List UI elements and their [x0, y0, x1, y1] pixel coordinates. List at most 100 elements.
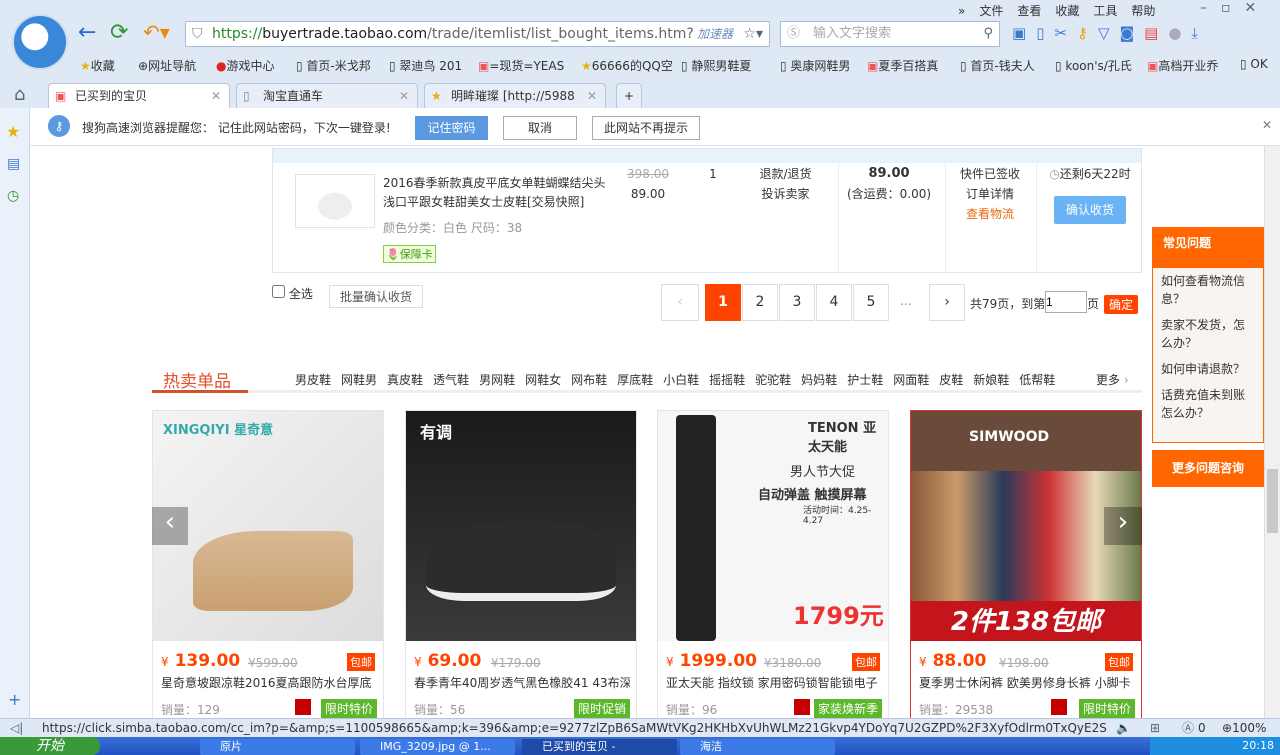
hot-category[interactable]: 网鞋男 [341, 373, 377, 387]
collapse-icon[interactable]: ◁| [10, 719, 23, 738]
shield-guard-icon[interactable]: ▽ [1098, 24, 1120, 42]
download-icon[interactable]: ⤓ [1191, 24, 1208, 42]
taskbar-item[interactable]: 原片 [200, 739, 355, 755]
back-icon[interactable]: ← [78, 20, 96, 45]
more-categories-link[interactable]: 更多 › [1096, 371, 1129, 388]
refresh-icon[interactable]: ⟳ [110, 20, 128, 45]
tab-close-icon[interactable]: ✕ [587, 84, 597, 108]
product-card[interactable]: SIMWOOD 2件138包邮 ¥ 88.00 ¥198.00 包邮 夏季男士休… [910, 410, 1142, 720]
product-title[interactable]: 夏季男士休闲裤 欧美男修身长裤 小脚卡 [919, 674, 1135, 691]
address-bar[interactable]: ⛉ https://buyertrade.taobao.com/trade/it… [185, 21, 770, 47]
faq-item[interactable]: 如何申请退款？ [1153, 356, 1263, 382]
bookmark[interactable]: ▣高档开业乔 [1147, 57, 1218, 74]
accelerator-label[interactable]: 加速器 [693, 22, 737, 46]
tab-ztc[interactable]: ▯淘宝直通车✕ [236, 83, 418, 108]
hot-category[interactable]: 男网鞋 [479, 373, 515, 387]
remember-password-button[interactable]: 记住密码 [415, 116, 488, 140]
bookmark[interactable]: ★收藏 [80, 57, 115, 74]
carousel-next-button[interactable]: › [1104, 507, 1142, 545]
hot-category[interactable]: 厚底鞋 [617, 373, 653, 387]
bookmark[interactable]: ▯ 静熙男鞋夏 [681, 57, 751, 74]
bookmark[interactable]: ▯ 首页-钱夫人 [960, 57, 1035, 74]
tab-close-icon[interactable]: ✕ [211, 84, 221, 108]
faq-item[interactable]: 卖家不发货，怎么办？ [1153, 312, 1263, 356]
order-detail-link[interactable]: 订单详情 [946, 184, 1034, 204]
menu-more[interactable]: » [958, 4, 965, 18]
hot-category[interactable]: 摇摇鞋 [709, 373, 745, 387]
minimize-icon[interactable]: – [1200, 0, 1221, 16]
toolbox-icon[interactable]: ⊞ [1150, 719, 1160, 738]
faq-item[interactable]: 如何查看物流信息？ [1153, 268, 1263, 312]
faq-item[interactable]: 话费充值未到账怎么办？ [1153, 382, 1263, 426]
hot-category[interactable]: 真皮鞋 [387, 373, 423, 387]
cancel-button[interactable]: 取消 [503, 116, 577, 140]
search-input[interactable]: Ⓢ输入文字搜索⚲ [780, 21, 1000, 47]
menu-tools[interactable]: 工具 [1093, 4, 1117, 18]
goto-page-input[interactable] [1045, 291, 1087, 313]
hot-category[interactable]: 网鞋女 [525, 373, 561, 387]
restore-icon[interactable]: ▫ [1221, 0, 1245, 16]
guarantee-badge[interactable]: 🌷保障卡 [383, 245, 436, 263]
more-questions-button[interactable]: 更多问题咨询 [1152, 450, 1264, 487]
close-icon[interactable]: ✕ [1245, 0, 1271, 16]
scissors-icon[interactable]: ✂ [1054, 24, 1077, 42]
select-all[interactable]: 全选 [272, 285, 313, 302]
hot-category[interactable]: 皮鞋 [939, 373, 963, 387]
notice-close-icon[interactable]: ✕ [1262, 118, 1272, 132]
reader-icon[interactable]: ▤ [7, 156, 20, 172]
taskbar-item[interactable]: 已买到的宝贝 - [522, 739, 677, 755]
bookmark[interactable]: ★66666的QQ空 [581, 57, 673, 74]
reader-icon[interactable]: ▣ [1012, 24, 1036, 42]
home-icon[interactable]: ⌂ [14, 84, 25, 105]
tab-bought-items[interactable]: ▣已买到的宝贝✕ [48, 83, 230, 108]
bookmark[interactable]: ▣=现货=YEAS [478, 57, 564, 74]
adblock-icon[interactable]: Ⓐ [1182, 719, 1194, 738]
menu-help[interactable]: 帮助 [1131, 4, 1155, 18]
page-1[interactable]: 1 [705, 284, 741, 321]
page-5[interactable]: 5 [853, 284, 889, 321]
menu-file[interactable]: 文件 [979, 4, 1003, 18]
html5-icon[interactable]: ▤ [1144, 24, 1168, 42]
key-icon[interactable]: ⚷ [1077, 24, 1098, 42]
taskbar-item[interactable]: 海洁 [680, 739, 835, 755]
product-title[interactable]: 春季青年40周岁透气黑色橡胶41 43布深 [414, 674, 630, 691]
zoom-control[interactable]: ⊕100% [1222, 719, 1266, 738]
confirm-receipt-button[interactable]: 确认收货 [1054, 196, 1126, 224]
history-icon[interactable]: ◷ [7, 188, 19, 204]
refund-link[interactable]: 退款/退货 [743, 164, 828, 184]
goto-page-button[interactable]: 确定 [1104, 295, 1138, 314]
hot-category[interactable]: 低帮鞋 [1019, 373, 1055, 387]
never-remind-button[interactable]: 此网站不再提示 [592, 116, 700, 140]
bookmark[interactable]: ▯ OK [1240, 57, 1268, 71]
tab-qzone[interactable]: ★明眸璀璨 [http://5988✕ [424, 83, 606, 108]
menu-favorites[interactable]: 收藏 [1055, 4, 1079, 18]
bookmark[interactable]: ▯ koon's/孔氏 [1055, 57, 1132, 74]
hot-category[interactable]: 网面鞋 [893, 373, 929, 387]
product-card[interactable]: 有调 ¥ 69.00 ¥179.00 春季青年40周岁透气黑色橡胶41 43布深… [405, 410, 637, 720]
scrollbar-thumb[interactable] [1267, 469, 1278, 533]
hot-category[interactable]: 护士鞋 [847, 373, 883, 387]
bookmark[interactable]: ▯ 翠迪鸟 201 [389, 57, 462, 74]
product-title[interactable]: 2016春季新款真皮平底女单鞋蝴蝶结尖头浅口平跟女鞋甜美女士皮鞋[交易快照] [383, 174, 606, 212]
hot-category[interactable]: 网布鞋 [571, 373, 607, 387]
page-4[interactable]: 4 [816, 284, 852, 321]
bookmark[interactable]: ▣夏季百搭真 [867, 57, 938, 74]
sound-icon[interactable]: 🔈 [1116, 719, 1131, 738]
next-page-button[interactable]: › [929, 284, 965, 321]
start-button[interactable]: 开始 [0, 737, 100, 755]
scrollbar[interactable] [1264, 146, 1280, 718]
product-card[interactable]: TENON 亚太天能 男人节大促 自动弹盖 触摸屏幕 活动时间：4.25-4.2… [657, 410, 889, 720]
undo-icon[interactable]: ↶▾ [143, 20, 170, 44]
taskbar-item[interactable]: IMG_3209.jpg @ 1... [360, 739, 515, 755]
bookmark[interactable]: ▯ 首页-米戈邦 [296, 57, 371, 74]
batch-confirm-button[interactable]: 批量确认收货 [329, 285, 423, 308]
magnifier-icon[interactable]: ⚲ [983, 22, 993, 46]
logistics-link[interactable]: 查看物流 [946, 204, 1034, 224]
favorites-icon[interactable]: ★ [6, 122, 20, 141]
phone-icon[interactable]: ▯ [1036, 24, 1054, 42]
star-icon[interactable]: ☆▾ [743, 22, 763, 46]
add-icon[interactable]: + [8, 690, 21, 709]
bookmark[interactable]: ▯ 奥康网鞋男 [780, 57, 850, 74]
complain-link[interactable]: 投诉卖家 [743, 184, 828, 204]
product-card[interactable]: XINGQIYI 星奇意 ¥ 139.00 ¥599.00 包邮 星奇意坡跟凉鞋… [152, 410, 384, 720]
